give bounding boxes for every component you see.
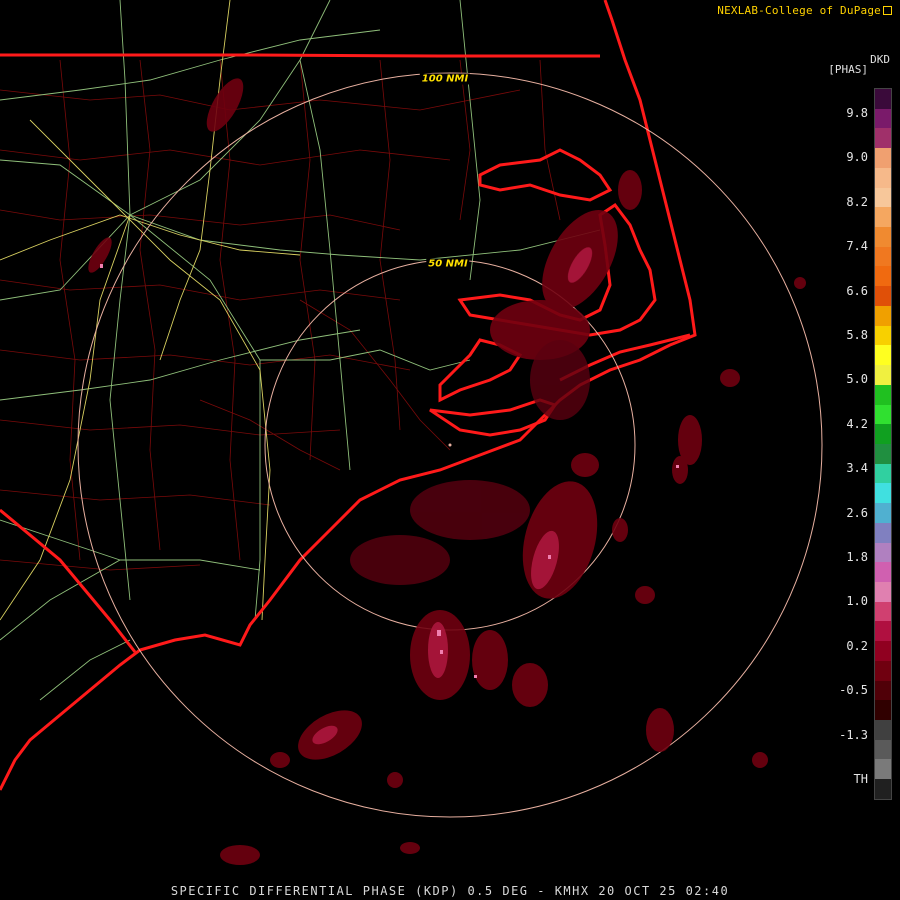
color-scale-swatch <box>875 424 891 444</box>
color-scale-label: 2.6 <box>846 505 868 520</box>
color-scale-swatch <box>875 128 891 149</box>
color-scale-swatch <box>875 779 891 799</box>
color-scale-swatch <box>875 739 891 760</box>
color-scale-label: 5.0 <box>846 372 868 387</box>
color-scale-swatch <box>875 700 891 720</box>
color-scale-swatch <box>875 404 891 425</box>
credit-banner[interactable]: NEXLAB-College of DuPage <box>717 4 892 17</box>
color-scale-swatch <box>875 443 891 464</box>
color-scale-label: 3.4 <box>846 461 868 476</box>
color-scale-swatch <box>875 680 891 701</box>
color-scale-swatch <box>875 641 891 661</box>
color-scale-swatch <box>875 266 891 287</box>
color-scale-swatch <box>875 562 891 582</box>
range-ring-label-50: 50 NMI <box>426 258 470 270</box>
color-scale-swatch <box>875 660 891 681</box>
color-scale-swatch <box>875 227 891 247</box>
color-scale-label: 0.2 <box>846 638 868 653</box>
color-scale-label: 7.4 <box>846 239 868 254</box>
color-scale-label: 1.0 <box>846 594 868 609</box>
color-scale-bar <box>874 88 892 800</box>
range-ring-label-100: 100 NMI <box>419 73 471 85</box>
color-scale-swatch <box>875 305 891 326</box>
color-scale-label: TH <box>853 772 868 786</box>
legend-unit-label: [PHAS] <box>828 63 868 76</box>
color-scale-swatch <box>875 246 891 267</box>
color-scale-swatch <box>875 89 891 109</box>
color-scale-label: 1.8 <box>846 550 868 564</box>
color-scale-swatch <box>875 759 891 780</box>
color-scale-label: -0.5 <box>839 683 868 698</box>
radar-map <box>0 0 900 900</box>
color-scale-label: 8.2 <box>846 194 868 209</box>
color-scale-swatch <box>875 167 891 188</box>
color-scale-swatch <box>875 207 891 228</box>
color-scale-swatch <box>875 365 891 385</box>
color-scale-swatch <box>875 720 891 740</box>
color-scale-swatch <box>875 108 891 129</box>
color-scale-label: 9.8 <box>846 106 868 120</box>
color-scale-swatch <box>875 542 891 563</box>
color-scale-swatch <box>875 345 891 366</box>
credit-text: NEXLAB-College of DuPage <box>717 4 881 17</box>
color-scale-swatch <box>875 463 891 484</box>
color-scale-swatch <box>875 148 891 168</box>
color-scale-label: 5.8 <box>846 328 868 342</box>
color-scale-swatch <box>875 621 891 642</box>
external-link-icon <box>883 6 892 15</box>
color-scale-swatch <box>875 384 891 405</box>
color-scale-swatch <box>875 325 891 346</box>
color-scale-label: 4.2 <box>846 416 868 431</box>
radar-site-marker <box>448 443 452 447</box>
color-scale-swatch <box>875 503 891 523</box>
color-scale-label: 9.0 <box>846 150 868 165</box>
color-scale-swatch <box>875 187 891 208</box>
color-scale-swatch <box>875 286 891 306</box>
legend-product-label: DKD <box>870 53 890 66</box>
color-scale-swatch <box>875 483 891 504</box>
color-scale-label: -1.3 <box>839 727 868 742</box>
color-scale-swatch <box>875 581 891 602</box>
color-scale-swatch <box>875 601 891 622</box>
color-scale-swatch <box>875 522 891 543</box>
color-scale-label: 6.6 <box>846 283 868 298</box>
product-footer: SPECIFIC DIFFERENTIAL PHASE (KDP) 0.5 DE… <box>170 884 730 898</box>
